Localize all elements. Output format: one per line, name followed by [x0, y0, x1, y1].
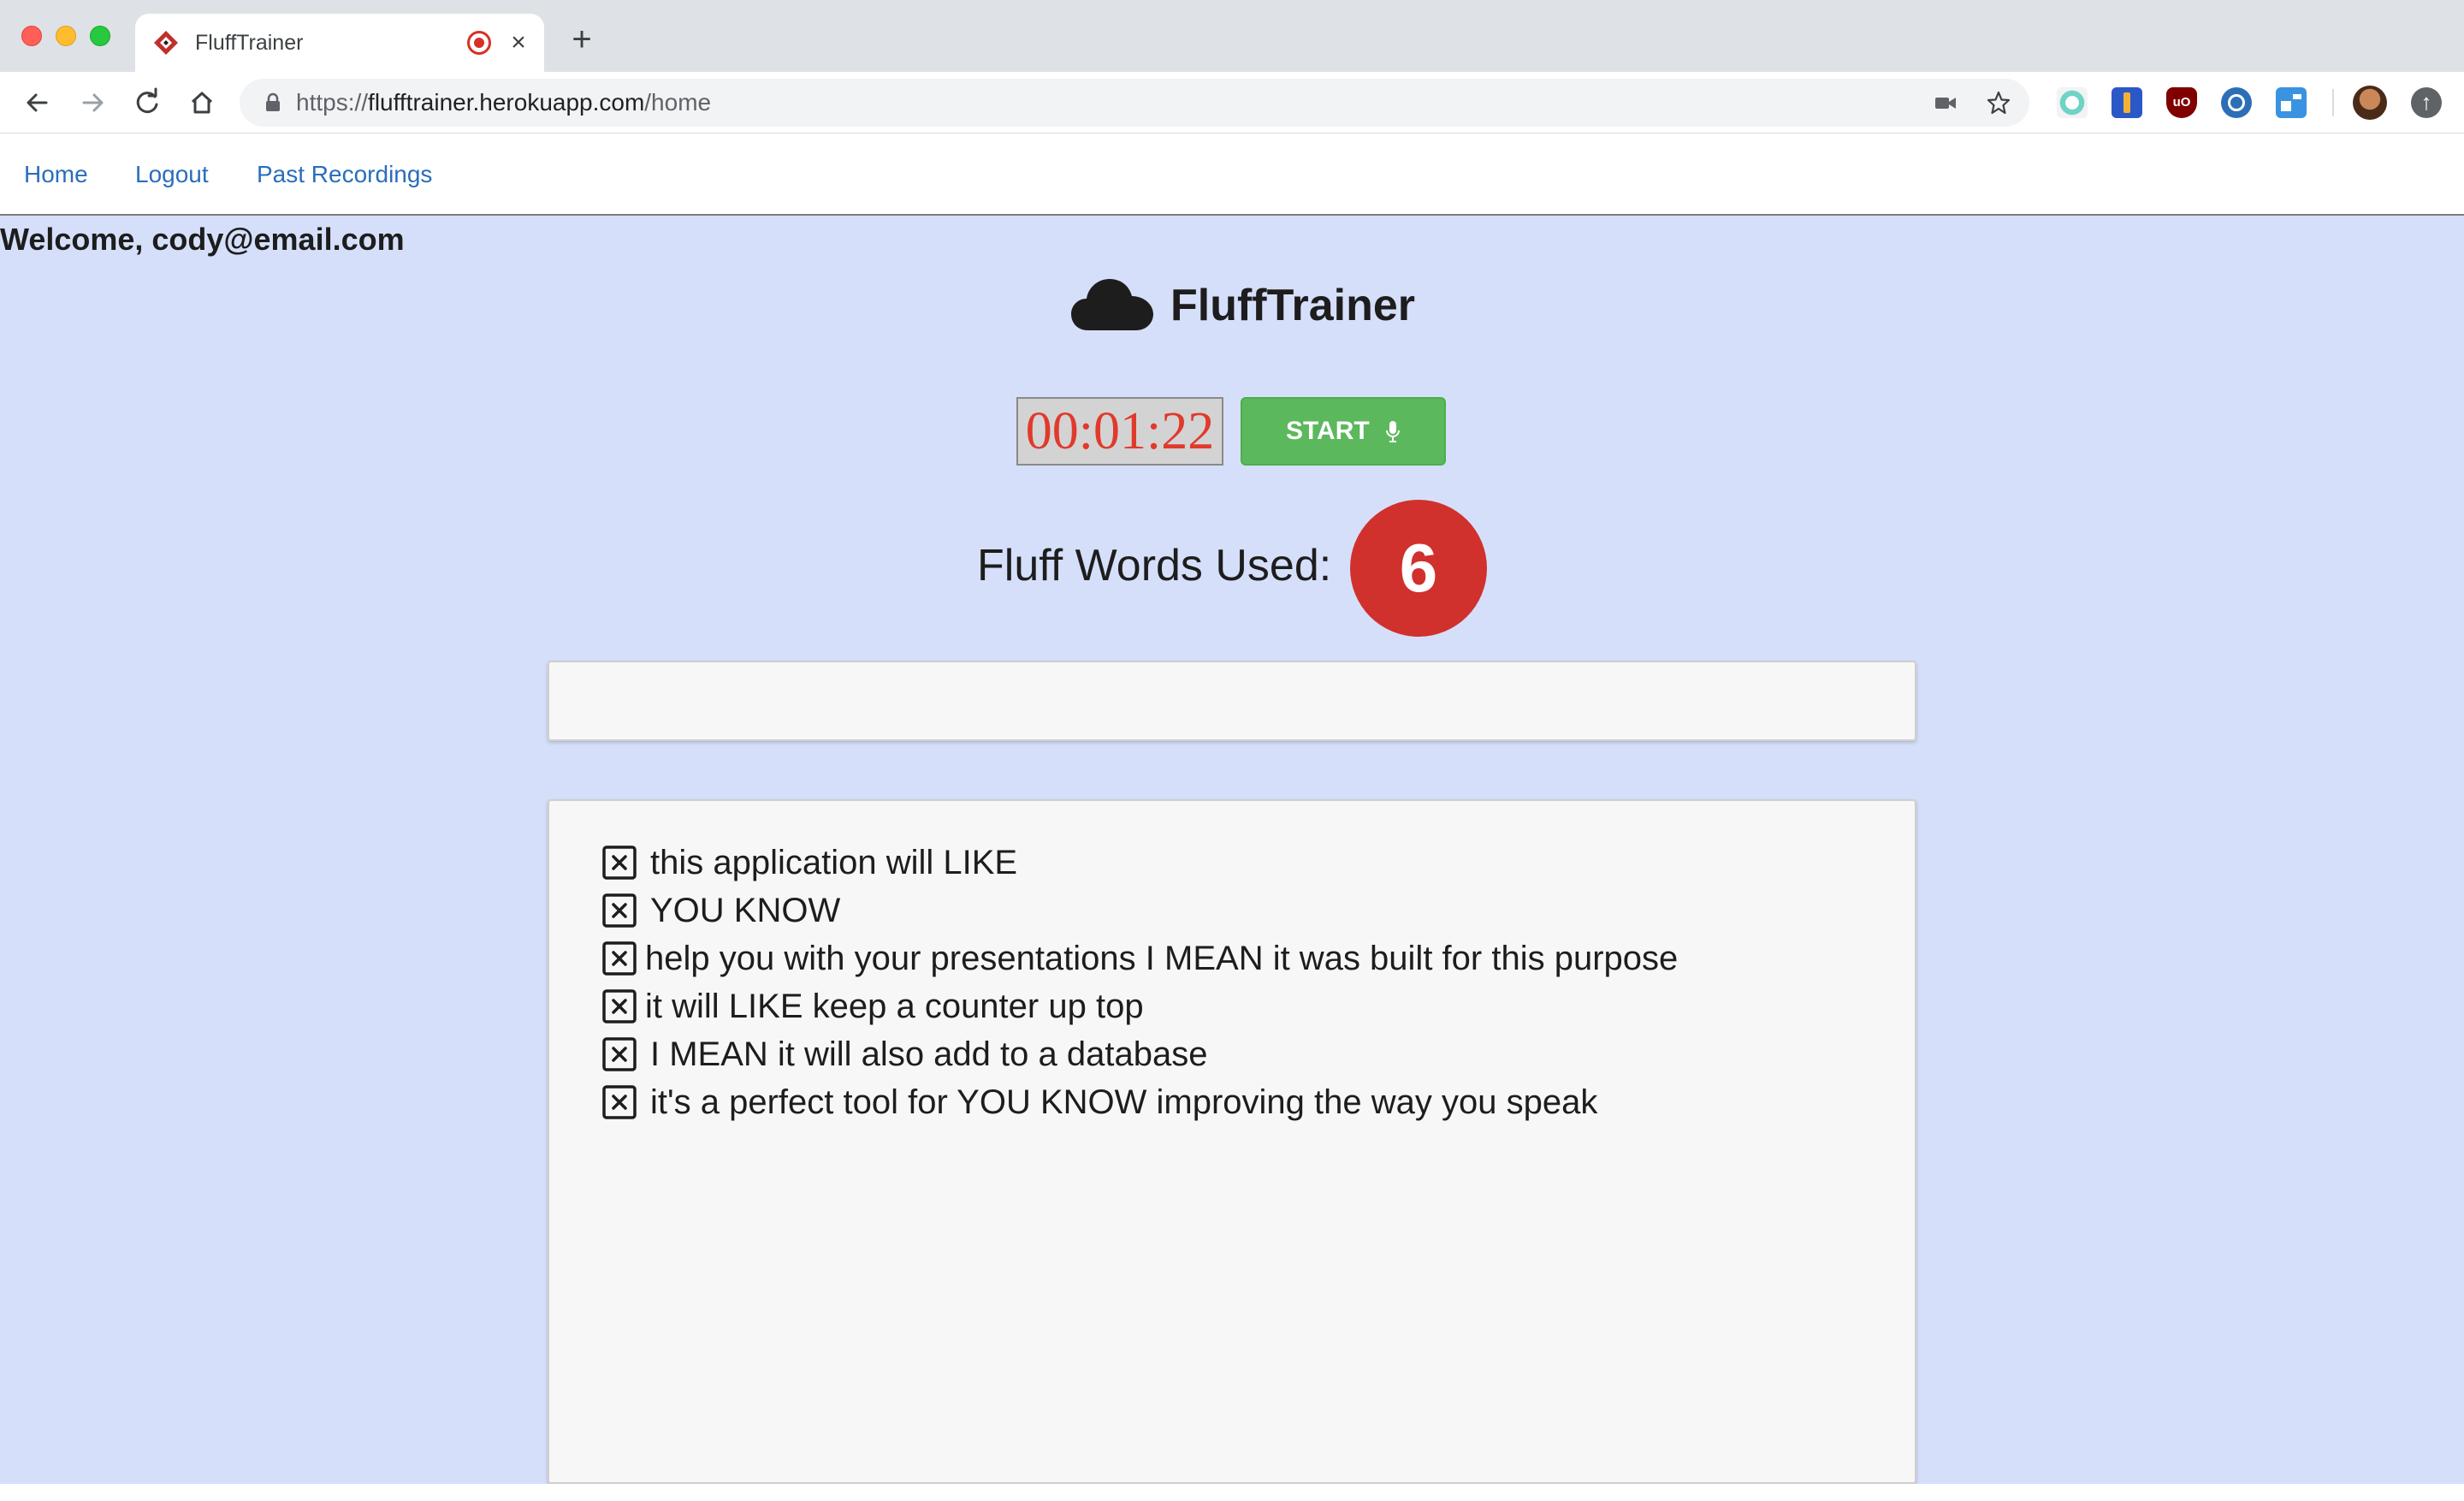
delete-line-icon[interactable] [602, 1085, 637, 1119]
camera-icon[interactable] [1932, 89, 1959, 116]
url-host: flufftrainer.herokuapp.com [368, 89, 645, 116]
cloud-icon [1071, 279, 1153, 330]
transcript-item: help you with your presentations I MEAN … [602, 938, 1678, 979]
new-tab-button[interactable]: + [565, 22, 599, 56]
profile-avatar[interactable] [2353, 86, 2387, 120]
transcript-item: I MEAN it will also add to a database [602, 1034, 1207, 1075]
tab-favicon-icon [154, 31, 178, 55]
fluff-count-badge: 6 [1350, 500, 1487, 637]
transcript-line-text: YOU KNOW [650, 892, 841, 929]
brand-title: FluffTrainer [1170, 281, 1416, 330]
browser-toolbar: https://flufftrainer.herokuapp.com/home … [0, 72, 2464, 133]
nav-home-link[interactable]: Home [24, 159, 88, 190]
transcript-line-text: it will LIKE keep a counter up top [645, 988, 1144, 1025]
delete-line-icon[interactable] [602, 1037, 637, 1071]
transcript-item: it will LIKE keep a counter up top [602, 986, 1144, 1027]
delete-line-icon[interactable] [602, 893, 637, 928]
transcript-line-text: help you with your presentations I MEAN … [645, 940, 1679, 977]
transcript-list: this application will LIKE YOU KNOW help… [548, 799, 1916, 1484]
nav-logout-link[interactable]: Logout [135, 159, 209, 190]
reload-icon[interactable] [128, 84, 166, 122]
transcript-item: it's a perfect tool for YOU KNOW improvi… [602, 1082, 1597, 1123]
star-icon[interactable] [1985, 89, 2012, 116]
delete-line-icon[interactable] [602, 989, 637, 1023]
transcript-item: this application will LIKE [602, 842, 1017, 883]
window-bottom-edge [0, 1484, 2464, 1501]
extension-5-icon[interactable] [2276, 87, 2307, 118]
delete-line-icon[interactable] [602, 941, 637, 976]
recording-indicator-icon [467, 31, 491, 55]
transcript-line-text: it's a perfect tool for YOU KNOW improvi… [650, 1083, 1598, 1121]
nav-past-recordings-link[interactable]: Past Recordings [257, 159, 432, 190]
tab-close-button[interactable]: × [503, 27, 534, 58]
url-text: https://flufftrainer.herokuapp.com/home [296, 89, 711, 116]
microphone-icon [1386, 421, 1401, 443]
ublock-icon[interactable]: uO [2166, 87, 2197, 118]
back-arrow-icon[interactable] [19, 84, 56, 122]
main-content: Welcome, cody@email.com FluffTrainer 00:… [0, 216, 2464, 1484]
browser-tab-strip: FluffTrainer × + [0, 0, 2464, 72]
toolbar-separator [2332, 89, 2334, 116]
site-navbar: Home Logout Past Recordings [0, 133, 2464, 216]
home-icon[interactable] [183, 84, 221, 122]
forward-arrow-icon[interactable] [74, 84, 111, 122]
recording-timer: 00:01:22 [1016, 397, 1223, 466]
browser-tab[interactable]: FluffTrainer × [135, 14, 544, 72]
window-minimize-button[interactable] [56, 26, 76, 46]
fluff-words-label: Fluff Words Used: [977, 541, 1332, 590]
window-close-button[interactable] [21, 26, 42, 46]
live-transcript-box [548, 661, 1916, 741]
url-prefix: https:// [296, 89, 369, 116]
delete-line-icon[interactable] [602, 845, 637, 880]
extension-4-icon[interactable] [2221, 87, 2252, 118]
window-zoom-button[interactable] [90, 26, 110, 46]
transcript-item: YOU KNOW [602, 890, 840, 931]
extension-2-icon[interactable] [2112, 87, 2142, 118]
url-path: /home [644, 89, 712, 116]
lock-icon [266, 92, 280, 111]
update-arrow-icon[interactable]: ↑ [2411, 87, 2442, 118]
welcome-message: Welcome, cody@email.com [0, 222, 405, 257]
transcript-line-text: I MEAN it will also add to a database [650, 1035, 1208, 1073]
start-recording-button[interactable]: START [1241, 397, 1446, 466]
start-button-label: START [1285, 417, 1370, 445]
tab-title: FluffTrainer [195, 31, 304, 55]
extension-1-icon[interactable] [2057, 87, 2088, 118]
transcript-line-text: this application will LIKE [650, 844, 1018, 881]
address-bar[interactable]: https://flufftrainer.herokuapp.com/home [240, 79, 2029, 127]
